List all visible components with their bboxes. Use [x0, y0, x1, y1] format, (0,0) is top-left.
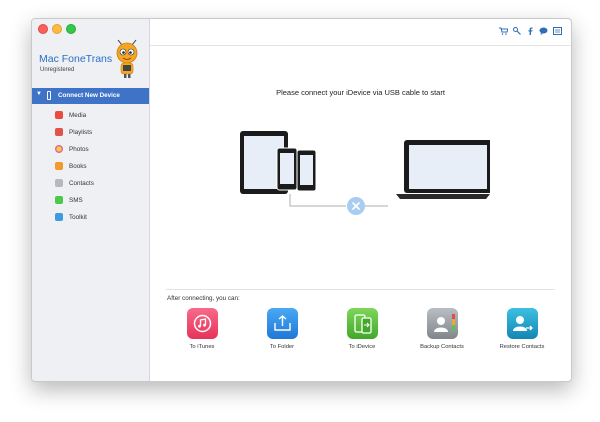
sidebar-item-toolkit[interactable]: Toolkit: [32, 209, 149, 226]
after-connecting-label: After connecting, you can:: [167, 295, 240, 302]
facebook-icon[interactable]: [526, 27, 534, 35]
action-label: To iTunes: [189, 344, 215, 350]
divider: [166, 289, 555, 290]
sidebar-item-playlists[interactable]: Playlists: [32, 124, 149, 141]
folder-export-icon: [266, 308, 298, 339]
iphone-icon: [276, 147, 298, 191]
toolkit-icon: [55, 213, 63, 221]
action-label: To iDevice: [348, 344, 376, 350]
to-folder-button[interactable]: To Folder: [242, 308, 322, 350]
contacts-icon: [55, 179, 63, 187]
minimize-button[interactable]: [52, 24, 62, 34]
chat-icon[interactable]: [539, 27, 548, 35]
to-itunes-button[interactable]: To iTunes: [162, 308, 242, 350]
book-icon: [55, 162, 63, 170]
idevice-transfer-icon: [346, 308, 378, 339]
sidebar-nav: Media Playlists Photos Books Contacts SM…: [32, 107, 149, 226]
cart-icon[interactable]: [499, 27, 508, 35]
window-controls: [38, 24, 76, 34]
music-icon: [55, 111, 63, 119]
sidebar-item-label: Books: [69, 163, 87, 170]
backup-contacts-icon: [426, 308, 458, 339]
main-panel: Please connect your iDevice via USB cabl…: [150, 19, 571, 381]
toolbar-icons: [499, 27, 562, 35]
restore-contacts-icon: [506, 308, 538, 339]
sidebar-item-sms[interactable]: SMS: [32, 192, 149, 209]
sidebar: Mac FoneTrans Unregistered ▼ Connect New…: [32, 19, 150, 381]
sidebar-item-media[interactable]: Media: [32, 107, 149, 124]
sidebar-item-label: SMS: [69, 197, 83, 204]
app-title: Mac FoneTrans: [39, 53, 113, 65]
action-label: Restore Contacts: [499, 344, 545, 350]
connect-device-item[interactable]: ▼ Connect New Device: [32, 88, 149, 104]
connect-prompt: Please connect your iDevice via USB cabl…: [276, 88, 445, 97]
toolbar: [150, 19, 571, 46]
backup-contacts-button[interactable]: Backup Contacts: [402, 308, 482, 350]
registration-status[interactable]: Unregistered: [40, 67, 74, 73]
disclosure-triangle-icon[interactable]: ▼: [36, 91, 42, 97]
restore-contacts-button[interactable]: Restore Contacts: [482, 308, 562, 350]
action-label: To Folder: [269, 344, 295, 350]
sidebar-item-books[interactable]: Books: [32, 158, 149, 175]
sidebar-item-label: Playlists: [69, 129, 93, 136]
menu-icon[interactable]: [553, 27, 562, 35]
sidebar-item-label: Toolkit: [69, 214, 87, 221]
disconnected-icon: [347, 197, 365, 215]
app-window: Mac FoneTrans Unregistered ▼ Connect New…: [31, 18, 572, 382]
macbook-icon: [396, 140, 490, 199]
sidebar-item-label: Contacts: [69, 180, 94, 187]
playlist-icon: [55, 128, 63, 136]
to-idevice-button[interactable]: To iDevice: [322, 308, 402, 350]
mascot-logo: [116, 39, 138, 78]
zoom-button[interactable]: [66, 24, 76, 34]
phone-icon: [47, 91, 51, 100]
sidebar-item-label: Photos: [69, 146, 89, 153]
sidebar-item-label: Media: [69, 112, 87, 119]
itunes-icon: [186, 308, 218, 339]
photos-icon: [55, 145, 63, 153]
key-icon[interactable]: [513, 27, 521, 35]
sms-icon: [55, 196, 63, 204]
sidebar-item-contacts[interactable]: Contacts: [32, 175, 149, 192]
close-button[interactable]: [38, 24, 48, 34]
connection-illustration: [240, 131, 490, 215]
connect-device-label: Connect New Device: [58, 92, 120, 99]
sidebar-item-photos[interactable]: Photos: [32, 141, 149, 158]
action-label: Backup Contacts: [420, 344, 464, 350]
iphone-small-icon: [296, 149, 317, 192]
